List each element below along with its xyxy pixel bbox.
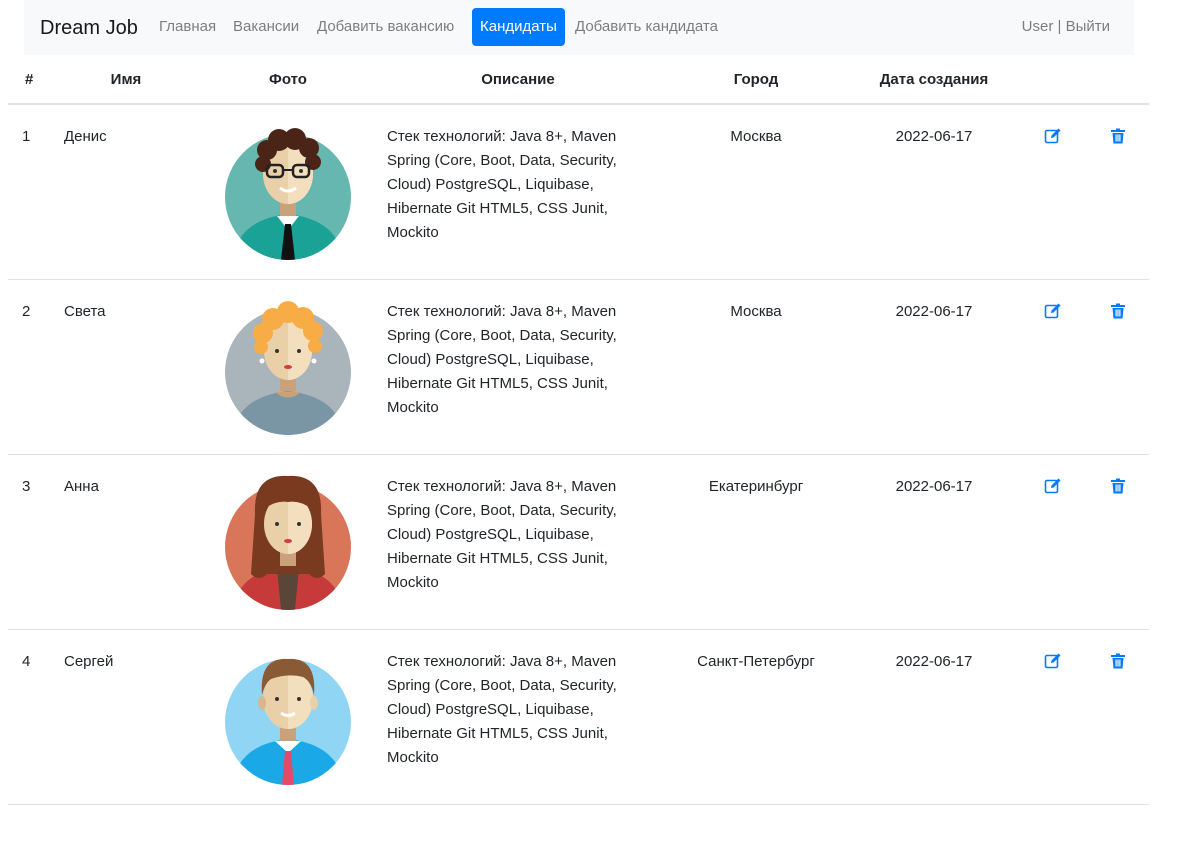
nav-candidates[interactable]: Кандидаты — [472, 8, 565, 46]
header-description: Описание — [481, 71, 555, 88]
nav-vacancies[interactable]: Вакансии — [225, 8, 307, 46]
nav-add-candidate[interactable]: Добавить кандидата — [567, 8, 726, 46]
brand-logo[interactable]: Dream Job — [40, 16, 138, 40]
candidate-description: Стек технологий: Java 8+, Maven Spring (… — [387, 478, 617, 591]
table-header: # Имя Фото Описание Город Дата создания — [8, 55, 1149, 105]
candidate-city: Москва — [730, 303, 782, 320]
candidate-created-date: 2022-06-17 — [895, 653, 973, 670]
edit-icon[interactable] — [1044, 127, 1062, 145]
edit-icon[interactable] — [1044, 652, 1062, 670]
header-city: Город — [733, 71, 779, 88]
candidate-city: Санкт-Петербург — [697, 653, 815, 670]
candidate-created-date: 2022-06-17 — [895, 478, 973, 495]
candidate-description: Стек технологий: Java 8+, Maven Spring (… — [387, 653, 617, 766]
table-row: 3 Анна Стек технологий: Java 8+, Maven S… — [8, 455, 1149, 630]
candidate-city: Екатеринбург — [708, 478, 804, 495]
nav-add-vacancy[interactable]: Добавить вакансию — [309, 8, 462, 46]
trash-icon[interactable] — [1110, 128, 1126, 144]
trash-icon[interactable] — [1110, 303, 1126, 319]
header-photo: Фото — [269, 71, 307, 88]
header-number: # — [25, 71, 34, 88]
candidate-name: Света — [64, 303, 106, 320]
row-number: 1 — [22, 128, 31, 145]
header-name: Имя — [110, 71, 142, 88]
row-number: 3 — [22, 478, 31, 495]
edit-icon[interactable] — [1044, 302, 1062, 320]
table-row: 2 Света Стек технологий: Java 8+, Maven … — [8, 280, 1149, 455]
trash-icon[interactable] — [1110, 478, 1126, 494]
row-number: 4 — [22, 653, 31, 670]
navbar: Dream Job Главная Вакансии Добавить вака… — [24, 0, 1134, 55]
candidate-description: Стек технологий: Java 8+, Maven Spring (… — [387, 128, 617, 241]
header-created-date: Дата создания — [879, 71, 989, 88]
user-logout-link[interactable]: User | Выйти — [1022, 8, 1110, 46]
table-row: 4 Сергей Стек технологий: Java 8+, Maven… — [8, 630, 1149, 805]
candidate-name: Анна — [64, 478, 99, 495]
candidate-created-date: 2022-06-17 — [895, 303, 973, 320]
candidate-created-date: 2022-06-17 — [895, 128, 973, 145]
candidate-avatar — [225, 299, 351, 435]
edit-icon[interactable] — [1044, 477, 1062, 495]
trash-icon[interactable] — [1110, 653, 1126, 669]
candidate-city: Москва — [730, 128, 782, 145]
candidates-table: # Имя Фото Описание Город Дата создания … — [8, 55, 1149, 805]
table-row: 1 Денис Стек технологий: Java 8+, Maven … — [8, 105, 1149, 280]
candidate-avatar — [225, 474, 351, 610]
candidate-avatar — [225, 649, 351, 785]
row-number: 2 — [22, 303, 31, 320]
nav-home[interactable]: Главная — [151, 8, 224, 46]
candidate-description: Стек технологий: Java 8+, Maven Spring (… — [387, 303, 617, 416]
candidate-name: Денис — [64, 128, 107, 145]
candidate-avatar — [225, 124, 351, 260]
candidate-name: Сергей — [64, 653, 114, 670]
